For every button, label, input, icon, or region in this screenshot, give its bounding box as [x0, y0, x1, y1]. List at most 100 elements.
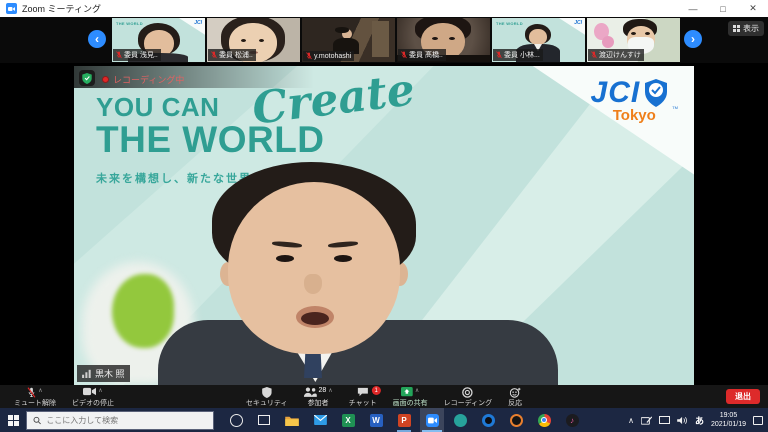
taskbar-search[interactable]: [26, 411, 214, 430]
participant-name-label: 渡辺けんすけ: [588, 49, 644, 61]
shield-check-icon: [82, 73, 92, 84]
video-camera-icon: [83, 387, 96, 396]
network-icon[interactable]: [659, 416, 670, 424]
zoom-app-icon: [6, 3, 17, 14]
minimize-button[interactable]: —: [678, 0, 708, 17]
action-center-icon[interactable]: [753, 416, 763, 425]
participants-count: 28: [318, 387, 326, 394]
muted-mic-icon: [211, 51, 217, 59]
media-player-icon[interactable]: [504, 408, 528, 432]
title-bar: Zoom ミーティング — □ ✕: [0, 0, 768, 17]
mail-icon[interactable]: [308, 408, 332, 432]
windows-taskbar: X W P ♪ ∧ あ 19:05 2021/01/19: [0, 408, 768, 432]
word-icon[interactable]: W: [364, 408, 388, 432]
participant-name-label: 委員 小林...: [493, 49, 543, 61]
encryption-badge[interactable]: [79, 70, 95, 86]
speaker-face: [228, 182, 400, 354]
participant-name-label: 委員 浅見..: [113, 49, 161, 61]
file-explorer-icon[interactable]: [280, 408, 304, 432]
chrome-icon[interactable]: [532, 408, 556, 432]
jci-tokyo-logo: JCI TM Tokyo: [591, 76, 678, 124]
participant-thumbnail[interactable]: 委員 松浦..: [207, 18, 300, 62]
search-icon: [33, 416, 41, 425]
ime-indicator[interactable]: あ: [695, 414, 704, 427]
filmstrip-next-button[interactable]: ›: [684, 30, 702, 48]
grid-view-icon: [733, 25, 740, 32]
main-stage: YOU CAN Create THE WORLD 未来を構想し、新たな世界を東京…: [0, 63, 768, 385]
participants-icon: [303, 387, 316, 397]
thumbnail-backdrop-text: THE WORLD: [116, 21, 143, 26]
participant-name-label: 委員 髙橋..: [398, 49, 446, 61]
clock[interactable]: 19:05 2021/01/19: [711, 411, 746, 430]
powerpoint-icon[interactable]: P: [392, 408, 416, 432]
stop-video-button[interactable]: ∧ ビデオの停止: [64, 385, 122, 408]
recording-dot-icon: [102, 76, 109, 83]
security-button[interactable]: セキュリティ: [238, 385, 296, 408]
maximize-button[interactable]: □: [708, 0, 738, 17]
jci-shield-icon: [643, 78, 669, 108]
muted-mic-icon: [401, 51, 407, 59]
muted-mic-icon: [496, 51, 502, 59]
participant-filmstrip: ‹ THE WORLD JCI 委員 浅見.. 委員 松浦..: [0, 17, 768, 63]
participant-thumbnail[interactable]: THE WORLD JCI 委員 小林...: [492, 18, 585, 62]
excel-icon[interactable]: X: [336, 408, 360, 432]
person-hair: [335, 27, 349, 33]
chevron-up-icon: ∧: [415, 388, 419, 394]
thumbnail-jci-logo: JCI: [574, 20, 582, 26]
windows-logo-icon: [8, 415, 19, 426]
zoom-meeting-window: Zoom ミーティング — □ ✕ ‹ THE WORLD JCI 委員 浅見.…: [0, 0, 768, 432]
participants-button[interactable]: 28 ∧ 参加者: [295, 385, 340, 408]
doorway: [372, 21, 389, 57]
cortana-icon[interactable]: [224, 408, 248, 432]
reactions-button[interactable]: 反応: [500, 385, 530, 408]
recording-label: レコーディング中: [113, 73, 184, 86]
trademark-text: TM: [672, 105, 678, 110]
participant-name-label: 委員 松浦..: [208, 49, 256, 61]
pen-tablet-icon[interactable]: [641, 416, 652, 425]
window-title: Zoom ミーティング: [22, 2, 101, 15]
participant-thumbnail[interactable]: 渡辺けんすけ: [587, 18, 680, 62]
participant-thumbnail[interactable]: y.motohashi: [302, 18, 395, 62]
view-button[interactable]: 表示: [728, 21, 764, 36]
filmstrip-prev-button[interactable]: ‹: [88, 30, 106, 48]
record-button[interactable]: レコーディング: [436, 385, 501, 408]
security-shield-icon: [262, 387, 272, 398]
thumbnail-backdrop-text: THE WORLD: [496, 21, 523, 26]
teal-app-icon[interactable]: [448, 408, 472, 432]
meeting-toolbar: ∧ ミュート解除 ∧ ビデオの停止 セキュリティ: [0, 385, 768, 408]
unmute-button[interactable]: ∧ ミュート解除: [6, 385, 64, 408]
green-object: [112, 274, 174, 348]
participant-thumbnail[interactable]: 委員 髙橋..: [397, 18, 490, 62]
signal-bars-icon: [82, 369, 92, 378]
share-screen-icon: [401, 387, 413, 398]
leave-meeting-button[interactable]: 退出: [726, 389, 760, 404]
chat-unread-badge: 1: [372, 386, 381, 395]
itunes-icon[interactable]: ♪: [560, 408, 584, 432]
chevron-up-icon: ∧: [328, 388, 332, 394]
zoom-taskbar-icon[interactable]: [420, 408, 444, 432]
chat-button[interactable]: 1 チャット: [341, 385, 385, 408]
participant-thumbnail[interactable]: THE WORLD JCI 委員 浅見..: [112, 18, 205, 62]
speaker-icon[interactable]: [677, 416, 688, 425]
chevron-up-icon: ∧: [98, 388, 102, 394]
pink-object: [602, 36, 614, 48]
muted-mic-icon: [27, 387, 36, 398]
muted-mic-icon: [116, 51, 122, 59]
start-button[interactable]: [0, 408, 26, 432]
tray-time: 19:05: [711, 411, 746, 420]
hidden-icons-chevron[interactable]: ∧: [628, 416, 634, 425]
active-speaker-video: YOU CAN Create THE WORLD 未来を構想し、新たな世界を東京…: [74, 66, 694, 385]
search-input[interactable]: [46, 416, 207, 425]
share-screen-button[interactable]: ∧ 画面の共有: [385, 385, 436, 408]
system-tray: ∧ あ 19:05 2021/01/19: [628, 411, 768, 430]
close-button[interactable]: ✕: [738, 0, 768, 17]
task-view-icon[interactable]: [252, 408, 276, 432]
muted-mic-icon: [306, 52, 312, 60]
participant-name-label: y.motohashi: [303, 51, 354, 61]
jci-logo-text: JCI: [591, 76, 641, 110]
speaker-name-label: 黒木 照: [77, 365, 130, 382]
chat-bubble-icon: [357, 387, 369, 397]
muted-mic-icon: [591, 51, 597, 59]
quicktime-icon[interactable]: [476, 408, 500, 432]
person-face: [529, 29, 547, 45]
